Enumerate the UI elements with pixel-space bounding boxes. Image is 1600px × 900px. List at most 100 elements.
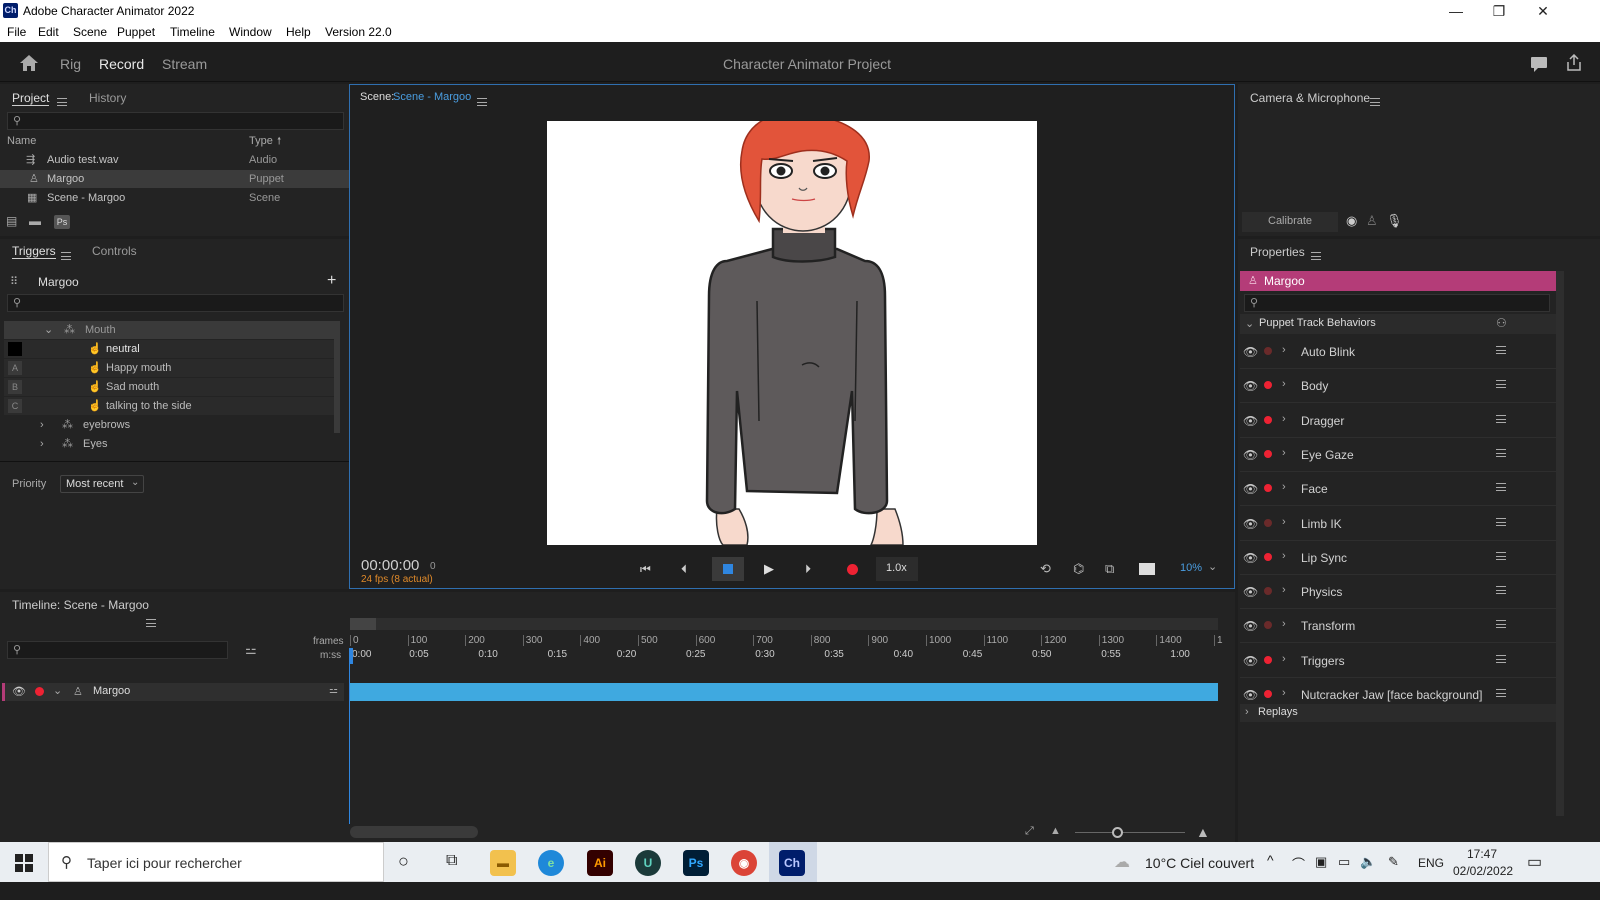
trigger-key-swatch[interactable]: B xyxy=(8,380,22,394)
tab-project[interactable]: Project xyxy=(12,91,50,106)
record-arm-icon[interactable] xyxy=(1264,347,1272,355)
chevron-right-icon[interactable]: › xyxy=(1282,618,1286,630)
menu-help[interactable]: Help xyxy=(286,25,311,39)
snapshot-icon[interactable]: ⌬ xyxy=(1073,561,1084,577)
record-arm-icon[interactable] xyxy=(1264,415,1272,424)
project-item-scene[interactable]: ▦ Scene - Margoo Scene xyxy=(0,189,349,207)
tab-controls[interactable]: Controls xyxy=(92,244,137,258)
selected-puppet-bar[interactable]: ♙ Margoo xyxy=(1240,271,1556,291)
weather-icon[interactable]: ☁ xyxy=(1114,852,1130,872)
behavior-menu-icon[interactable] xyxy=(1496,586,1506,595)
cortana-icon[interactable]: ○ xyxy=(398,851,409,872)
menu-edit[interactable]: Edit xyxy=(38,25,59,39)
tab-triggers[interactable]: Triggers xyxy=(12,244,56,259)
time-ruler[interactable]: 0:00 0:05 0:10 0:15 0:20 0:25 0:30 0:35 0:40 0:45… xyxy=(350,648,1218,662)
trigger-item-talking[interactable]: C ☝ talking to the side xyxy=(4,397,338,415)
panel-menu-icon[interactable] xyxy=(1311,251,1321,260)
windows-start-icon[interactable] xyxy=(15,854,33,872)
record-arm-icon[interactable] xyxy=(35,687,44,696)
tray-expand-icon[interactable]: ^ xyxy=(1267,852,1274,868)
minimize-button[interactable]: — xyxy=(1434,0,1478,22)
eye-icon[interactable]: 👁 xyxy=(1243,448,1258,462)
chevron-right-icon[interactable]: › xyxy=(1282,413,1286,425)
chrome-icon[interactable]: ◉ xyxy=(731,850,757,876)
chevron-right-icon[interactable]: › xyxy=(40,435,44,449)
behavior-row[interactable]: 👁 › Dragger xyxy=(1240,404,1556,438)
record-arm-icon[interactable] xyxy=(1264,449,1272,458)
trigger-key-swatch[interactable]: C xyxy=(8,399,22,413)
zoom-value[interactable]: 10% xyxy=(1180,562,1202,574)
close-button[interactable]: ✕ xyxy=(1521,0,1565,22)
scene-stage[interactable] xyxy=(547,121,1037,545)
record-arm-icon[interactable] xyxy=(1264,690,1272,698)
column-name[interactable]: Name xyxy=(7,135,36,147)
menu-version[interactable]: Version 22.0 xyxy=(325,25,392,39)
lock-tracks-icon[interactable]: ⚍ xyxy=(245,642,257,658)
tab-rig[interactable]: Rig xyxy=(60,56,81,72)
camera-icon[interactable]: ◉ xyxy=(1346,213,1357,229)
menu-scene[interactable]: Scene xyxy=(73,25,107,39)
behavior-menu-icon[interactable] xyxy=(1496,551,1506,560)
eye-icon[interactable]: 👁 xyxy=(1243,517,1258,531)
scene-name-link[interactable]: Scene - Margoo xyxy=(393,91,471,103)
illustrator-icon[interactable]: Ai xyxy=(587,850,613,876)
record-arm-icon[interactable] xyxy=(1264,655,1272,664)
frames-ruler[interactable]: 0 100 200 300 400 500 600 700 800 900 1000 1100 1200… xyxy=(350,634,1223,648)
work-area-handle[interactable] xyxy=(350,618,376,630)
panel-menu-icon[interactable] xyxy=(57,97,67,106)
eye-icon[interactable]: 👁 xyxy=(1243,654,1258,668)
play-icon[interactable]: ▶ xyxy=(764,561,774,577)
behavior-row[interactable]: 👁 › Triggers xyxy=(1240,644,1556,678)
chevron-down-icon[interactable]: ⌄ xyxy=(1208,560,1217,573)
track-header-margoo[interactable]: 👁 ⌄ ♙ Margoo ⚍ xyxy=(2,683,344,701)
chevron-right-icon[interactable]: › xyxy=(40,416,44,434)
trigger-item-happy-mouth[interactable]: A ☝ Happy mouth xyxy=(4,359,338,377)
trigger-search-input[interactable]: ⚲ xyxy=(7,294,344,312)
track-bar-margoo[interactable] xyxy=(350,683,1218,701)
project-item-margoo[interactable]: ♙ Margoo Puppet xyxy=(0,170,349,188)
record-arm-icon[interactable] xyxy=(1264,552,1272,561)
behavior-menu-icon[interactable] xyxy=(1496,620,1506,629)
file-explorer-icon[interactable]: ▬ xyxy=(490,850,516,876)
puppet-margoo-illustration[interactable] xyxy=(547,121,1037,545)
chat-icon[interactable] xyxy=(1530,56,1548,72)
timeline-zoom-slider[interactable] xyxy=(1075,832,1185,833)
chevron-down-icon[interactable]: ⌄ xyxy=(44,321,53,339)
column-type[interactable]: Type xyxy=(249,135,273,147)
record-arm-icon[interactable] xyxy=(1264,621,1272,630)
chevron-right-icon[interactable]: › xyxy=(1282,481,1286,493)
behavior-row[interactable]: 👁 › Transform xyxy=(1240,609,1556,644)
photoshop-icon[interactable]: Ps xyxy=(683,850,709,876)
panel-menu-icon[interactable] xyxy=(477,97,487,106)
record-arm-icon[interactable] xyxy=(1264,381,1272,390)
taskbar-search-box[interactable]: ⚲ Taper ici pour rechercher xyxy=(48,842,384,882)
chevron-down-icon[interactable]: ⌄ xyxy=(53,684,62,697)
edge-icon[interactable]: e xyxy=(538,850,564,876)
record-button[interactable] xyxy=(847,564,858,575)
tab-stream[interactable]: Stream xyxy=(162,56,207,72)
timeline-search-input[interactable]: ⚲ xyxy=(7,641,228,659)
replays-row[interactable]: › Replays xyxy=(1240,704,1556,722)
behavior-menu-icon[interactable] xyxy=(1496,517,1506,526)
clock-date[interactable]: 02/02/2022 xyxy=(1453,864,1513,878)
volume-icon[interactable]: 🔈 xyxy=(1360,854,1376,870)
body-tracking-icon[interactable]: ♙ xyxy=(1366,213,1378,229)
view-options-icon[interactable]: ⧉ xyxy=(1105,561,1114,577)
properties-scrollbar[interactable] xyxy=(1556,271,1564,816)
menu-timeline[interactable]: Timeline xyxy=(170,25,215,39)
chevron-right-icon[interactable]: › xyxy=(1282,344,1286,356)
eye-icon[interactable]: 👁 xyxy=(1243,688,1258,702)
trigger-group-mouth[interactable]: ⌄ ⁂ Mouth xyxy=(4,321,338,339)
behavior-menu-icon[interactable] xyxy=(1496,346,1506,354)
language-indicator[interactable]: ENG xyxy=(1418,856,1444,870)
clock-time[interactable]: 17:47 xyxy=(1467,847,1497,861)
eye-icon[interactable]: 👁 xyxy=(1243,585,1258,599)
chevron-right-icon[interactable]: › xyxy=(1282,687,1286,699)
behavior-row[interactable]: 👁 › Limb IK xyxy=(1240,507,1556,541)
chevron-right-icon[interactable]: › xyxy=(1282,584,1286,596)
stop-button[interactable] xyxy=(712,557,744,581)
task-view-icon[interactable]: ⧉ xyxy=(446,852,457,870)
playhead[interactable] xyxy=(349,648,353,664)
character-animator-icon[interactable]: Ch xyxy=(779,850,805,876)
behavior-menu-icon[interactable] xyxy=(1496,654,1506,663)
